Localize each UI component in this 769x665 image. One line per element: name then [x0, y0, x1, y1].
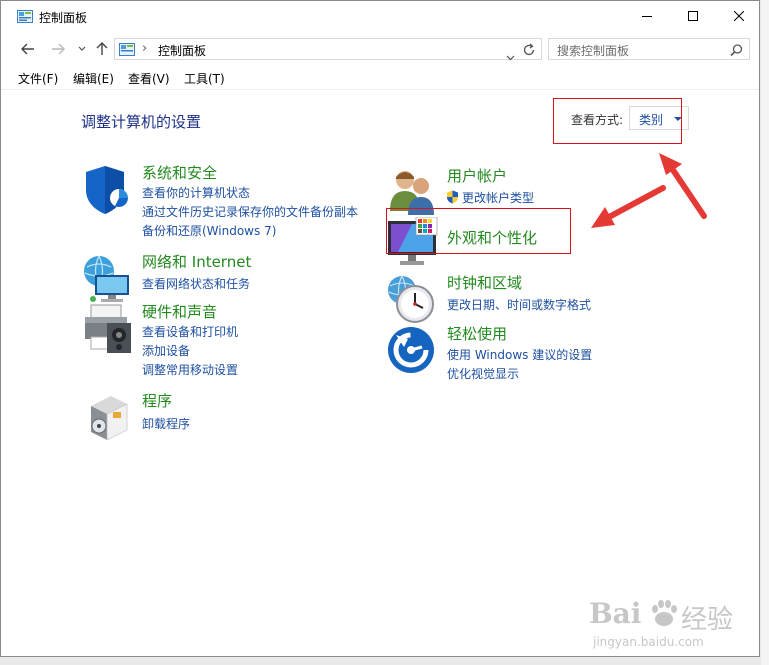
close-icon [734, 11, 744, 21]
highlight-box-view-by [553, 98, 682, 144]
arrow-left-icon [591, 185, 666, 228]
forward-button[interactable] [49, 39, 67, 59]
link-file-history[interactable]: 通过文件历史记录保存你的文件备份副本 [142, 203, 358, 220]
uac-shield-icon [446, 189, 459, 208]
back-button[interactable] [19, 39, 37, 59]
title-bar[interactable]: 控制面板 [1, 1, 759, 33]
link-view-computer-status[interactable]: 查看你的计算机状态 [142, 184, 250, 201]
control-panel-window: 控制面板 › 控制面板 搜索控制面板 文件(F) 编辑(E) 查看(V) 工具(… [0, 0, 760, 657]
refresh-button[interactable] [522, 42, 536, 61]
navigation-bar: › 控制面板 搜索控制面板 [1, 34, 759, 64]
category-title[interactable]: 时钟和区域 [447, 272, 522, 293]
link-optimize-display[interactable]: 优化视觉显示 [447, 365, 519, 382]
main-content: 调整计算机的设置 查看方式: 类别 系统和安全 查看你的计算机状态 通过文件历史… [1, 90, 759, 656]
category-title[interactable]: 程序 [142, 390, 172, 411]
link-recommended-settings[interactable]: 使用 Windows 建议的设置 [447, 346, 592, 363]
recent-locations-button[interactable] [73, 39, 91, 59]
link-uninstall-program[interactable]: 卸载程序 [142, 415, 190, 432]
address-dropdown-button[interactable] [506, 46, 515, 65]
maximize-icon [688, 11, 698, 21]
clock-globe-icon[interactable] [386, 274, 438, 326]
baidu-watermark: Bai 经验 jingyan.baidu.com [589, 597, 759, 656]
paw-icon [652, 600, 677, 626]
up-button[interactable] [93, 39, 111, 59]
programs-icon[interactable] [81, 392, 133, 444]
menu-tools[interactable]: 工具(T) [184, 70, 225, 87]
arrow-right-icon [52, 43, 65, 55]
watermark-url: jingyan.baidu.com [593, 635, 704, 649]
menu-view[interactable]: 查看(V) [128, 70, 170, 87]
maximize-button[interactable] [670, 1, 716, 31]
menu-bar: 文件(F) 编辑(E) 查看(V) 工具(T) [1, 67, 759, 90]
link-network-status[interactable]: 查看网络状态和任务 [142, 275, 250, 292]
link-mobility-settings[interactable]: 调整常用移动设置 [142, 361, 238, 378]
arrow-up-left-icon [659, 153, 707, 219]
chevron-down-icon [506, 55, 515, 61]
printer-icon[interactable] [81, 303, 133, 355]
category-title[interactable]: 硬件和声音 [142, 301, 217, 322]
shield-icon[interactable] [81, 164, 133, 216]
annotation-arrows [591, 153, 707, 228]
link-add-device[interactable]: 添加设备 [142, 342, 190, 359]
refresh-icon [523, 43, 535, 56]
link-change-date-time[interactable]: 更改日期、时间或数字格式 [447, 296, 591, 313]
background-window-edge [761, 0, 769, 665]
search-box[interactable]: 搜索控制面板 [548, 38, 750, 60]
watermark-brand: Bai [589, 597, 642, 630]
breadcrumb-separator[interactable]: › [142, 41, 147, 56]
network-globe-icon[interactable] [81, 253, 133, 305]
arrow-left-icon [21, 43, 34, 55]
menu-edit[interactable]: 编辑(E) [73, 70, 114, 87]
address-bar[interactable]: › 控制面板 [114, 38, 542, 61]
chevron-down-icon [78, 46, 86, 51]
page-title: 调整计算机的设置 [81, 113, 202, 131]
control-panel-icon [119, 42, 135, 61]
menu-file[interactable]: 文件(F) [18, 70, 58, 87]
control-panel-icon [17, 9, 33, 28]
category-title[interactable]: 网络和 Internet [142, 251, 251, 272]
link-backup-restore[interactable]: 备份和还原(Windows 7) [142, 222, 276, 239]
category-title[interactable]: 系统和安全 [142, 162, 217, 183]
search-input[interactable]: 搜索控制面板 [557, 42, 629, 59]
window-title: 控制面板 [39, 11, 88, 25]
link-devices-printers[interactable]: 查看设备和打印机 [142, 323, 238, 340]
minimize-button[interactable] [624, 1, 670, 31]
accessibility-icon[interactable] [386, 325, 438, 377]
watermark-brand-cn: 经验 [681, 605, 734, 635]
breadcrumb-control-panel[interactable]: 控制面板 [158, 42, 206, 59]
minimize-icon [642, 16, 652, 17]
close-button[interactable] [716, 1, 759, 31]
highlight-box-appearance [386, 208, 571, 254]
category-title[interactable]: 用户帐户 [447, 165, 507, 186]
category-title[interactable]: 轻松使用 [447, 323, 507, 344]
arrow-up-icon [96, 42, 108, 55]
link-change-account-type[interactable]: 更改帐户类型 [462, 189, 534, 206]
search-icon[interactable] [730, 42, 743, 61]
